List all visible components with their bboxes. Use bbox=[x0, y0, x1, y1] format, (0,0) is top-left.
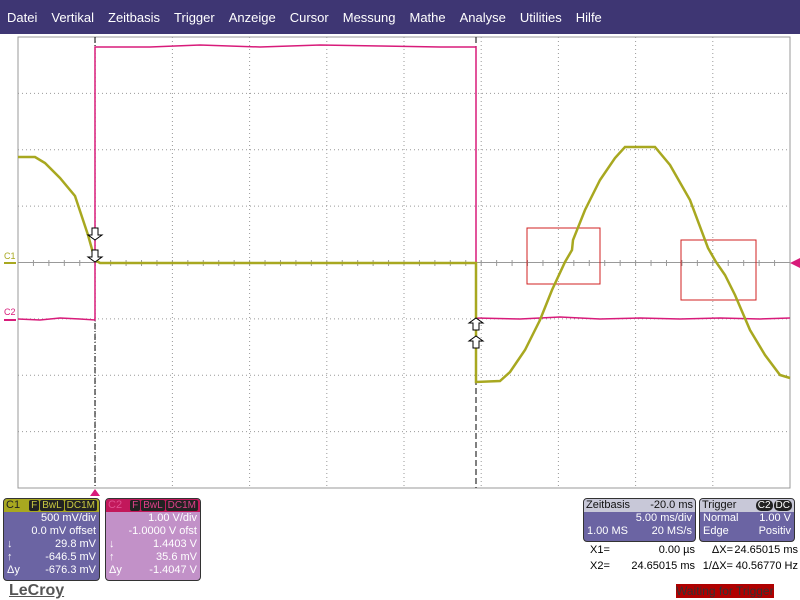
c1-vdiv: 500 mV/div bbox=[40, 512, 96, 524]
menu-zeitbasis[interactable]: Zeitbasis bbox=[108, 10, 160, 25]
trigger-slope: Positiv bbox=[758, 525, 791, 537]
menu-messung[interactable]: Messung bbox=[343, 10, 396, 25]
c1-ground-label: C1 bbox=[4, 251, 16, 261]
waveform-display[interactable]: C1 C2 bbox=[0, 34, 800, 496]
trigger-source: C2 bbox=[755, 500, 773, 511]
c1-dy: -676.3 mV bbox=[45, 564, 96, 576]
up-arrow-icon: ↑ bbox=[109, 551, 115, 563]
trigger-type: Edge bbox=[703, 525, 729, 537]
cursor-arrow-up-icon bbox=[467, 317, 485, 331]
menu-mathe[interactable]: Mathe bbox=[409, 10, 445, 25]
x1-label: X1= bbox=[590, 544, 610, 556]
cursor-arrow-down-icon bbox=[86, 249, 104, 263]
down-arrow-icon: ↓ bbox=[7, 538, 13, 550]
sample-count: 1.00 MS bbox=[587, 525, 628, 537]
timebase-title: Zeitbasis bbox=[586, 499, 631, 511]
roi-box bbox=[526, 227, 601, 285]
trigger-position-icon bbox=[90, 489, 100, 496]
c2-trace bbox=[17, 44, 791, 321]
flag: F bbox=[29, 500, 40, 511]
c2-vdiv: 1.00 V/div bbox=[148, 512, 197, 524]
roi-box bbox=[680, 239, 757, 301]
flag: BwL bbox=[40, 500, 64, 511]
sample-rate: 20 MS/s bbox=[651, 525, 692, 537]
delta-y-label: Δy bbox=[7, 564, 20, 576]
trigger-coupling: DC bbox=[773, 500, 792, 511]
inverse-dx-value: 40.56770 Hz bbox=[735, 560, 798, 572]
status-message: Waiting for Trigger bbox=[676, 584, 774, 598]
c1-offset: 0.0 mV offset bbox=[31, 525, 96, 537]
x1-value: 0.00 µs bbox=[658, 544, 695, 556]
status-rest: gger bbox=[749, 584, 774, 598]
flag: DC1M bbox=[64, 500, 97, 511]
dx-label: ΔX= bbox=[711, 544, 733, 556]
timebase-delay: -20.0 ms bbox=[650, 499, 693, 511]
trigger-level-icon bbox=[790, 258, 800, 268]
dx-value: 24.65015 ms bbox=[734, 544, 798, 556]
menu-anzeige[interactable]: Anzeige bbox=[229, 10, 276, 25]
delta-y-label: Δy bbox=[109, 564, 122, 576]
timebase-panel[interactable]: Zeitbasis -20.0 ms 5.00 ms/div 1.00 MS 20 … bbox=[583, 498, 696, 542]
c2-down: 1.4403 V bbox=[152, 538, 197, 550]
channel-2-label: C2 bbox=[108, 499, 123, 511]
flag: BwL bbox=[141, 500, 165, 511]
menu-trigger[interactable]: Trigger bbox=[174, 10, 215, 25]
menu-vertikal[interactable]: Vertikal bbox=[51, 10, 94, 25]
time-per-div: 5.00 ms/div bbox=[635, 512, 692, 524]
cursor-x2-row: X2= 24.65015 ms 1/ΔX= 40.56770 Hz bbox=[590, 560, 798, 572]
channel-2-panel[interactable]: C2 F BwL DC1M 1.00 V/div -1.0000 V ofst ↓ 1.… bbox=[105, 498, 201, 581]
c2-ground-label: C2 bbox=[4, 307, 16, 317]
menu-hilfe[interactable]: Hilfe bbox=[576, 10, 602, 25]
flag: F bbox=[130, 500, 141, 511]
flag: DC1M bbox=[165, 500, 198, 511]
menu-cursor[interactable]: Cursor bbox=[290, 10, 329, 25]
menu-analyse[interactable]: Analyse bbox=[460, 10, 506, 25]
c1-up: -646.5 mV bbox=[45, 551, 96, 563]
c1-down: 29.8 mV bbox=[55, 538, 96, 550]
x2-label: X2= bbox=[590, 560, 610, 572]
channel-1-panel[interactable]: C1 F BwL DC1M 500 mV/div 0.0 mV offset ↓ 29.… bbox=[3, 498, 100, 581]
c2-up: 35.6 mV bbox=[156, 551, 197, 563]
trigger-title: Trigger bbox=[702, 499, 737, 511]
channel-1-label: C1 bbox=[6, 499, 21, 511]
inverse-dx-label: 1/ΔX= bbox=[702, 560, 733, 572]
c2-dy: -1.4047 V bbox=[149, 564, 197, 576]
menu-utilities[interactable]: Utilities bbox=[520, 10, 562, 25]
trigger-level: 1.00 V bbox=[759, 512, 791, 524]
menu-datei[interactable]: Datei bbox=[7, 10, 37, 25]
up-arrow-icon: ↑ bbox=[7, 551, 13, 563]
c2-offset: -1.0000 V ofst bbox=[128, 525, 198, 537]
menu-bar: Datei Vertikal Zeitbasis Trigger Anzeige Curs… bbox=[0, 0, 800, 34]
status-highlight: Waiting for Tri bbox=[676, 584, 750, 598]
x2-value: 24.65015 ms bbox=[631, 560, 695, 572]
trigger-mode: Normal bbox=[703, 512, 739, 524]
lecroy-logo: LeCroy bbox=[9, 582, 65, 599]
down-arrow-icon: ↓ bbox=[109, 538, 115, 550]
trigger-panel[interactable]: Trigger C2 DC Normal 1.00 V Edge Positiv bbox=[699, 498, 795, 542]
cursor-x1-row: X1= 0.00 µs ΔX= 24.65015 ms bbox=[590, 544, 798, 556]
